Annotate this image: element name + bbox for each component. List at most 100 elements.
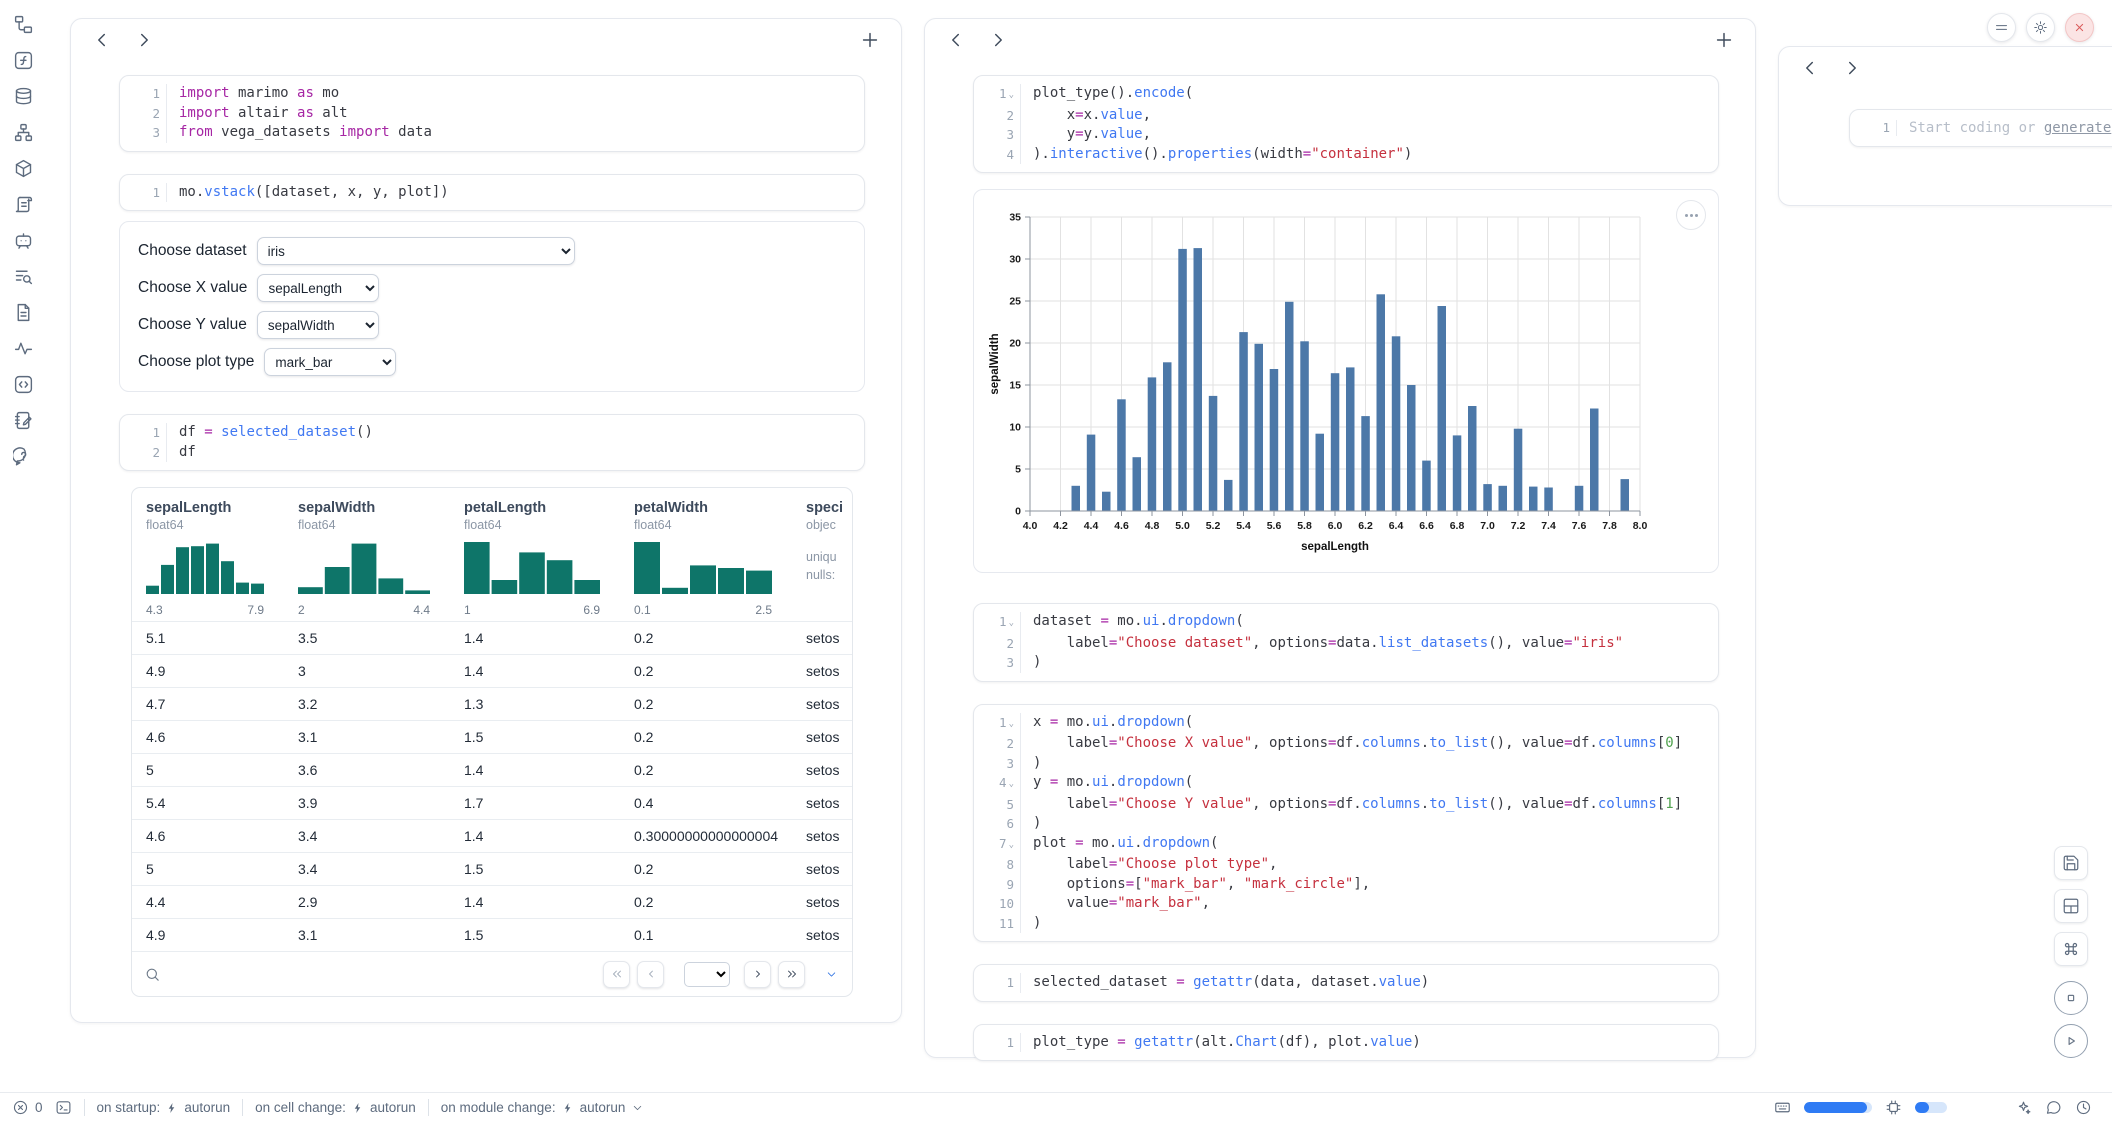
add-cell-button[interactable] [859, 29, 881, 51]
fold-caret-icon[interactable]: ⌄ [1009, 90, 1014, 100]
code-placeholder[interactable]: Start coding or generate with [1896, 120, 2112, 136]
scroll-icon[interactable] [13, 194, 34, 215]
code-line[interactable]: import marimo as mo [166, 84, 864, 104]
fold-caret-icon[interactable]: ⌄ [1009, 840, 1014, 850]
chevron-right-icon[interactable] [987, 29, 1009, 51]
xy-plot-dropdowns-cell[interactable]: 1⌄x = mo.ui.dropdown(2 label="Choose X v… [973, 704, 1719, 943]
chart-actions-button[interactable] [1676, 200, 1706, 230]
error-count-badge[interactable]: 0 [12, 1099, 43, 1116]
memory-usage-meter[interactable] [1804, 1102, 1872, 1113]
selected-dataset-cell[interactable]: 1selected_dataset = getattr(data, datase… [973, 964, 1719, 1002]
code-line[interactable]: import altair as alt [166, 104, 864, 124]
dataframe-cell[interactable]: 1df = selected_dataset()2df [119, 414, 865, 471]
plot-type-dropdown[interactable]: mark_bar [264, 348, 396, 376]
function-square-icon[interactable] [13, 50, 34, 71]
column-header-sepalWidth[interactable]: sepalWidthfloat6424.4 [284, 488, 450, 621]
code-line[interactable]: label="Choose plot type", [1020, 855, 1718, 875]
code-line[interactable]: x=x.value, [1020, 106, 1718, 126]
dependency-graph-icon[interactable] [13, 122, 34, 143]
page-select[interactable] [684, 962, 730, 987]
statusbar-item-on-module-change[interactable]: on module change:autorun [441, 1100, 645, 1115]
cpu-chip-icon[interactable] [1885, 1099, 1902, 1116]
code-line[interactable]: label="Choose X value", options=df.colum… [1020, 734, 1718, 754]
code-line[interactable]: mo.vstack([dataset, x, y, plot]) [166, 183, 864, 203]
save-button[interactable] [2054, 846, 2088, 880]
close-panel-button[interactable] [2065, 13, 2094, 42]
add-cell-button[interactable] [1713, 29, 1735, 51]
chevron-left-icon[interactable] [91, 29, 113, 51]
code-line[interactable]: plot_type = getattr(alt.Chart(df), plot.… [1020, 1033, 1718, 1053]
dataset-dropdown[interactable]: iris [257, 237, 575, 265]
search-icon[interactable] [144, 966, 161, 983]
column-header-sepalLength[interactable]: sepalLengthfloat644.37.9 [132, 488, 284, 621]
sparkles-icon[interactable] [2015, 1099, 2032, 1116]
altair-bar-chart[interactable]: 4.04.24.44.64.85.05.25.45.65.86.06.26.46… [986, 203, 1702, 559]
command-palette-button[interactable] [2054, 932, 2088, 966]
menu-button[interactable] [1987, 13, 2016, 42]
run-all-button[interactable] [2054, 1024, 2088, 1058]
chevron-left-icon[interactable] [945, 29, 967, 51]
column-header-speci[interactable]: speciobjecuniqunulls: [792, 488, 853, 621]
code-line[interactable]: selected_dataset = getattr(data, dataset… [1020, 973, 1718, 993]
column-header-petalWidth[interactable]: petalWidthfloat640.12.5 [620, 488, 792, 621]
code-line[interactable]: df [166, 443, 864, 463]
chevron-right-icon[interactable] [133, 29, 155, 51]
code-line[interactable]: plot = mo.ui.dropdown( [1020, 834, 1718, 856]
column-header-petalLength[interactable]: petalLengthfloat6416.9 [450, 488, 620, 621]
package-icon[interactable] [13, 158, 34, 179]
prev-page-button[interactable] [637, 961, 664, 988]
file-text-icon[interactable] [13, 302, 34, 323]
layout-toggle-button[interactable] [2054, 889, 2088, 923]
imports-cell[interactable]: 1import marimo as mo2import altair as al… [119, 75, 865, 152]
next-page-button[interactable] [744, 961, 771, 988]
first-page-button[interactable] [603, 961, 630, 988]
code-box-icon[interactable] [13, 374, 34, 395]
download-button[interactable] [822, 968, 838, 981]
y-value-dropdown[interactable]: sepalWidth [257, 311, 379, 339]
generate-with-ai-link[interactable]: generate [2044, 120, 2111, 136]
code-line[interactable]: from vega_datasets import data [166, 123, 864, 143]
code-line[interactable]: y = mo.ui.dropdown( [1020, 773, 1718, 795]
activity-icon[interactable] [13, 338, 34, 359]
dataset-dropdown-cell[interactable]: 1⌄dataset = mo.ui.dropdown(2 label="Choo… [973, 603, 1719, 682]
x-value-dropdown[interactable]: sepalLength [257, 274, 379, 302]
keyboard-icon[interactable] [1774, 1099, 1791, 1116]
code-line[interactable]: x = mo.ui.dropdown( [1020, 713, 1718, 735]
vstack-cell[interactable]: 1mo.vstack([dataset, x, y, plot]) [119, 174, 865, 212]
chevron-right-icon[interactable] [1841, 57, 1863, 79]
code-line[interactable]: label="Choose Y value", options=df.colum… [1020, 795, 1718, 815]
code-line[interactable]: label="Choose dataset", options=data.lis… [1020, 634, 1718, 654]
code-line[interactable]: plot_type().encode( [1020, 84, 1718, 106]
plot-type-cell[interactable]: 1plot_type = getattr(alt.Chart(df), plot… [973, 1024, 1719, 1062]
cpu-usage-meter[interactable] [1915, 1102, 1947, 1113]
fold-caret-icon[interactable]: ⌄ [1009, 719, 1014, 729]
clock-icon[interactable] [2075, 1099, 2092, 1116]
bot-message-icon[interactable] [13, 230, 34, 251]
code-line[interactable]: y=y.value, [1020, 125, 1718, 145]
plot-cell[interactable]: 1⌄plot_type().encode(2 x=x.value,3 y=y.v… [973, 75, 1719, 173]
code-line[interactable]: options=["mark_bar", "mark_circle"], [1020, 875, 1718, 895]
code-line[interactable]: value="mark_bar", [1020, 894, 1718, 914]
code-line[interactable]: ).interactive().properties(width="contai… [1020, 145, 1718, 165]
code-line[interactable]: ) [1020, 653, 1718, 673]
chevron-left-icon[interactable] [1799, 57, 1821, 79]
list-search-icon[interactable] [13, 266, 34, 287]
code-line[interactable]: ) [1020, 914, 1718, 934]
fold-caret-icon[interactable]: ⌄ [1009, 618, 1014, 628]
settings-button[interactable] [2026, 13, 2055, 42]
empty-code-cell[interactable]: 1 Start coding or generate with [1849, 109, 2112, 147]
stop-kernel-button[interactable] [2054, 981, 2088, 1015]
fold-caret-icon[interactable]: ⌄ [1009, 779, 1014, 789]
last-page-button[interactable] [778, 961, 805, 988]
code-line[interactable]: ) [1020, 814, 1718, 834]
code-line[interactable]: ) [1020, 754, 1718, 774]
notebook-pen-icon[interactable] [13, 410, 34, 431]
terminal-button[interactable] [55, 1099, 72, 1116]
feedback-chat-icon[interactable] [2045, 1099, 2062, 1116]
file-tree-icon[interactable] [13, 14, 34, 35]
help-bubble-icon[interactable] [13, 446, 34, 467]
code-line[interactable]: dataset = mo.ui.dropdown( [1020, 612, 1718, 634]
database-icon[interactable] [13, 86, 34, 107]
statusbar-item-on-startup[interactable]: on startup:autorun [97, 1100, 231, 1115]
code-line[interactable]: df = selected_dataset() [166, 423, 864, 443]
